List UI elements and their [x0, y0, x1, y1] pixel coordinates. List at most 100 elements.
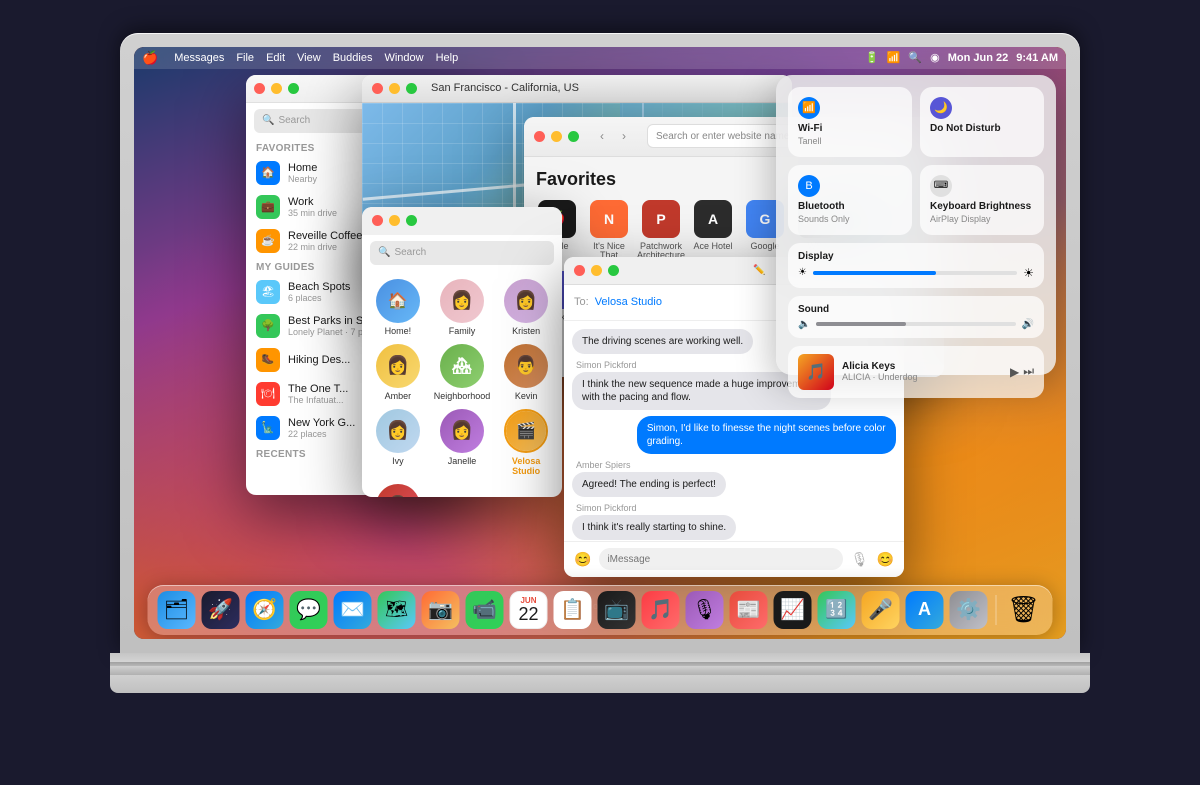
contact-family[interactable]: 👩 Family [434, 279, 491, 336]
parks-icon: 🌳 [256, 314, 280, 338]
dock-app-sysprefs[interactable]: ⚙️ [950, 591, 988, 629]
contact-amber[interactable]: 👩 Amber [370, 344, 426, 401]
dock-app-keynote[interactable]: 🎤 [862, 591, 900, 629]
menubar-file[interactable]: File [236, 52, 254, 64]
contact-velosa-avatar: 🎬 [504, 409, 548, 453]
message-input[interactable] [599, 548, 842, 570]
maps-maximize[interactable] [406, 83, 417, 94]
contact-home-avatar: 🏠 [376, 279, 420, 323]
now-playing-title: Alicia Keys [842, 361, 1002, 372]
dock-app-messages[interactable]: 💬 [290, 591, 328, 629]
contact-simon[interactable]: 👨 Simon [370, 484, 426, 497]
fav-itsnice[interactable]: N It's Nice That [588, 200, 630, 262]
menubar-edit[interactable]: Edit [266, 52, 285, 64]
contact-home[interactable]: 🏠 Home! [370, 279, 426, 336]
keyboard-card-icon: ⌨ [930, 175, 952, 197]
compose-icon[interactable]: ✏️ [753, 265, 765, 276]
maps-minimize[interactable] [389, 83, 400, 94]
audio-icon[interactable]: 🎙 [851, 551, 869, 568]
newyork-icon: 🗽 [256, 416, 280, 440]
contact-kevin[interactable]: 👨 Kevin [498, 344, 554, 401]
menubar-view[interactable]: View [297, 52, 321, 64]
dock-app-news[interactable]: 📰 [730, 591, 768, 629]
dock-app-facetime[interactable]: 📹 [466, 591, 504, 629]
neighborhood-avatar-img: 🏘 [440, 344, 484, 388]
messages-close[interactable] [574, 265, 585, 276]
menubar-window[interactable]: Window [384, 52, 423, 64]
skip-btn[interactable]: ⏭ [1023, 364, 1034, 379]
cc-wifi-card[interactable]: 📶 Wi-Fi Tanell [788, 87, 912, 157]
dock-app-podcasts[interactable]: 🎙 [686, 591, 724, 629]
fav-patchwork[interactable]: P Patchwork Architecture [640, 200, 682, 262]
dock-app-tv[interactable]: 📺 [598, 591, 636, 629]
maps-close[interactable] [372, 83, 383, 94]
cc-keyboard-card[interactable]: ⌨ Keyboard Brightness AirPlay Display [920, 165, 1044, 235]
dock-app-appstore[interactable]: A [906, 591, 944, 629]
msg-bubble-3: Simon, I'd like to finesse the night sce… [637, 416, 896, 454]
menubar-buddies[interactable]: Buddies [333, 52, 373, 64]
dock-app-trash[interactable]: 🗑 [1005, 591, 1043, 629]
dock-app-finder[interactable]: 🗂 [158, 591, 196, 629]
dock-app-photos[interactable]: 📷 [422, 591, 460, 629]
safari-close[interactable] [534, 131, 545, 142]
minimize-button[interactable] [271, 83, 282, 94]
macos-desktop: 🍎 Messages File Edit View Buddies Window… [134, 47, 1066, 639]
dock-app-reminders[interactable]: 📋 [554, 591, 592, 629]
messages-minimize[interactable] [591, 265, 602, 276]
cc-top-grid: 📶 Wi-Fi Tanell 🌙 Do Not Disturb B Blueto… [788, 87, 1044, 235]
dock-app-calendar[interactable]: JUN 22 [510, 591, 548, 629]
emoji-icon[interactable]: 😊 [574, 551, 591, 568]
contact-velosa[interactable]: 🎬 Velosa Studio [498, 409, 554, 476]
bluetooth-card-icon: B [798, 175, 820, 197]
siri-icon[interactable]: ◉ [930, 51, 940, 64]
simon-avatar-img: 👨 [376, 484, 420, 497]
play-pause-btn[interactable]: ▶ [1010, 365, 1019, 379]
messages-maximize[interactable] [608, 265, 619, 276]
facetime-close[interactable] [372, 215, 383, 226]
fav-ace[interactable]: A Ace Hotel [692, 200, 734, 262]
dock-app-launchpad[interactable]: 🚀 [202, 591, 240, 629]
dock-app-mail[interactable]: ✉️ [334, 591, 372, 629]
dock-app-numbers[interactable]: 🔢 [818, 591, 856, 629]
contact-ivy[interactable]: 👩 Ivy [370, 409, 426, 476]
cc-sound-card[interactable]: Sound 🔈 🔊 [788, 296, 1044, 338]
safari-back[interactable]: ‹ [593, 127, 611, 145]
facetime-maximize[interactable] [406, 215, 417, 226]
safari-forward[interactable]: › [615, 127, 633, 145]
contact-neighborhood[interactable]: 🏘 Neighborhood [434, 344, 491, 401]
menubar-help[interactable]: Help [436, 52, 459, 64]
macbook-base [110, 653, 1090, 675]
menubar-app-name[interactable]: Messages [174, 52, 224, 64]
dock-app-stocks[interactable]: 📈 [774, 591, 812, 629]
dock-app-music[interactable]: 🎵 [642, 591, 680, 629]
dock: 🗂 🚀 🧭 💬 ✉️ 🗺 📷 📹 JUN 22 📋 📺 🎵 🎙 [148, 585, 1053, 635]
cc-display-card[interactable]: Display ☀ ☀ [788, 243, 1044, 288]
cc-dnd-card[interactable]: 🌙 Do Not Disturb [920, 87, 1044, 157]
facetime-titlebar [362, 207, 562, 235]
safari-maximize[interactable] [568, 131, 579, 142]
facetime-minimize[interactable] [389, 215, 400, 226]
search-icon[interactable]: 🔍 [908, 51, 922, 64]
close-button[interactable] [254, 83, 265, 94]
screen-bezel: 🍎 Messages File Edit View Buddies Window… [134, 47, 1066, 639]
facetime-search[interactable]: 🔍 Search [370, 241, 554, 265]
sound-slider-row: 🔈 🔊 [798, 319, 1034, 330]
cc-bluetooth-card[interactable]: B Bluetooth Sounds Only [788, 165, 912, 235]
fav-ace-label: Ace Hotel [693, 242, 732, 252]
safari-minimize[interactable] [551, 131, 562, 142]
dock-app-safari[interactable]: 🧭 [246, 591, 284, 629]
maximize-button[interactable] [288, 83, 299, 94]
message-recipient: Velosa Studio [595, 296, 662, 308]
send-icon[interactable]: 😊 [877, 551, 894, 568]
maps-titlebar: San Francisco - California, US [362, 75, 792, 103]
display-slider[interactable] [813, 271, 1017, 275]
sound-slider[interactable] [816, 322, 1015, 326]
wifi-icon[interactable]: 📶 [887, 51, 901, 64]
sound-high-icon: 🔊 [1022, 319, 1034, 330]
fav-ace-icon: A [694, 200, 732, 238]
apple-menu[interactable]: 🍎 [142, 50, 158, 66]
airplay-card-sub: AirPlay Display [930, 214, 1034, 224]
contact-janelle[interactable]: 👩 Janelle [434, 409, 491, 476]
dock-app-maps[interactable]: 🗺 [378, 591, 416, 629]
contact-kristen[interactable]: 👩 Kristen [498, 279, 554, 336]
